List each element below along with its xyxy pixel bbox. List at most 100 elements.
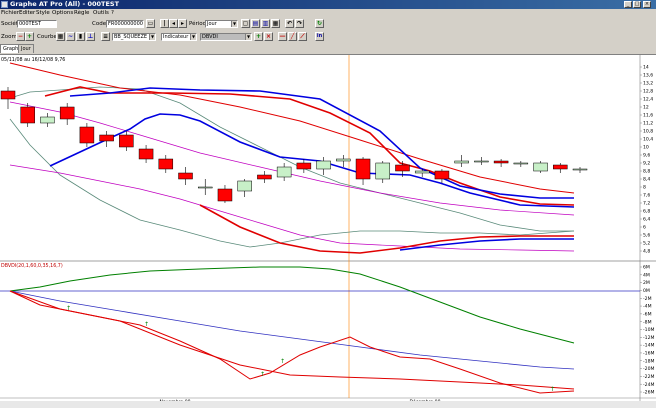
trendline-tool-icon[interactable]: ╱ xyxy=(288,32,297,41)
layout-grid-icon[interactable]: ▦ xyxy=(271,19,280,28)
code-input[interactable]: FR0000000001 xyxy=(106,20,144,28)
candle xyxy=(474,157,489,165)
candle xyxy=(138,145,154,163)
indicator-slot-select[interactable]: Indicateur 1 ▼ xyxy=(161,33,197,41)
layout-split-icon[interactable]: ▤ xyxy=(251,19,260,28)
code-label: Code xyxy=(92,21,107,27)
zoom-label: Zoom xyxy=(1,34,17,40)
remove-indicator-icon[interactable]: × xyxy=(264,32,273,41)
zoom-out-icon[interactable]: − xyxy=(16,32,25,41)
price-tick-label: 12,4 xyxy=(643,97,653,103)
red-indicator-line xyxy=(9,290,575,394)
ray-tool-icon[interactable]: ⟋ xyxy=(298,32,307,41)
candle-body xyxy=(296,162,312,170)
candle xyxy=(178,167,193,185)
blue-lower-ma-line xyxy=(399,238,574,251)
hline-tool-icon[interactable]: — xyxy=(278,32,287,41)
zoom-in-icon[interactable]: + xyxy=(25,32,34,41)
menu-item-options[interactable]: Options xyxy=(52,10,73,17)
info-icon[interactable]: in xyxy=(315,32,324,41)
price-tick-label: 6 xyxy=(643,225,646,231)
first-icon[interactable]: | xyxy=(160,19,169,28)
candle xyxy=(375,161,391,183)
indicator-tick-label: -12M xyxy=(643,335,655,341)
candle-body xyxy=(59,106,75,120)
indicator-tick-label: -16M xyxy=(643,351,655,357)
candle xyxy=(454,155,469,167)
magenta-ma-lower-line xyxy=(9,164,575,252)
indicator-tick-label: 2M xyxy=(643,280,650,286)
price-tick-label: 10,8 xyxy=(643,129,653,135)
periode-select[interactable]: Jour ▼ xyxy=(205,20,238,28)
candle-body xyxy=(454,160,469,164)
candle-body xyxy=(197,186,213,189)
candle-body xyxy=(276,166,292,178)
minimize-icon[interactable]: _ xyxy=(624,1,632,8)
candle-body xyxy=(572,168,588,171)
candle-body xyxy=(79,126,95,144)
menu-item-editer[interactable]: Editer xyxy=(19,10,35,17)
indicator-tick-label: -4M xyxy=(643,304,652,310)
redo-icon[interactable]: ↷ xyxy=(295,19,304,28)
candle-body xyxy=(395,164,410,172)
toolbar-top: Société 000TEST Code FR0000000001 ▭ | ◂ … xyxy=(0,18,656,30)
menu-item-fichier[interactable]: Fichier xyxy=(1,10,19,17)
candle xyxy=(59,103,75,125)
courbe-label: Courbe xyxy=(37,34,57,40)
price-tick-label: 6,8 xyxy=(643,209,650,215)
candle xyxy=(276,163,292,181)
price-tick-label: 14 xyxy=(643,65,649,71)
societe-input[interactable]: 000TEST xyxy=(17,20,57,28)
window-titlebar: Graphe AT Pro (All) - 000TEST _ □ × xyxy=(0,0,656,9)
next-icon[interactable]: ▸ xyxy=(178,19,187,28)
price-and-indicator-chart[interactable]: 14 13,6 13,2 12,8 12,4 12 11,6 11,2 10,8 10,4 10 9,… xyxy=(0,55,656,405)
indicator-tick-label: -8M xyxy=(643,319,652,325)
price-tick-label: 10,4 xyxy=(643,137,653,143)
undo-icon[interactable]: ↶ xyxy=(285,19,294,28)
menu-item-style[interactable]: Style xyxy=(36,10,50,17)
candle xyxy=(40,113,55,127)
folder-icon[interactable]: ▭ xyxy=(146,19,155,28)
second-indicator-select[interactable]: DBVDI ▼ xyxy=(200,33,252,41)
candle-body xyxy=(217,188,233,202)
bar-chart-icon[interactable]: ▦ xyxy=(56,32,65,41)
tab-jour[interactable]: Jour xyxy=(18,44,34,53)
candle xyxy=(533,161,548,173)
menu-item-outils[interactable]: Outils xyxy=(93,10,109,17)
indicator-list-icon[interactable]: ≡ xyxy=(101,32,110,41)
candle xyxy=(553,163,568,173)
candle xyxy=(316,157,331,175)
close-icon[interactable]: × xyxy=(643,1,651,8)
candle xyxy=(99,131,114,147)
price-tick-label: 13,6 xyxy=(643,73,653,79)
up-arrow-icon: ↑ xyxy=(66,305,71,312)
add-indicator-icon[interactable]: + xyxy=(254,32,263,41)
candle-body xyxy=(119,134,134,148)
up-arrow-icon: ↑ xyxy=(550,386,555,393)
chart-panel[interactable]: 05/11/08 au 16/12/08 9,76 DBVDI(20,1,60,… xyxy=(0,54,656,405)
indicator-select[interactable]: BB_SQUEEZE ▼ xyxy=(112,33,156,41)
price-tick-label: 12 xyxy=(643,105,649,111)
up-arrow-icon: ↑ xyxy=(260,371,265,378)
price-tick-label: 6,4 xyxy=(643,217,650,223)
candle-body xyxy=(158,158,174,170)
menu-item-help[interactable]: ? xyxy=(111,10,114,17)
refresh-icon[interactable]: ↻ xyxy=(315,19,324,28)
candle-chart-icon[interactable]: ▮ xyxy=(76,32,85,41)
window-layout-icon[interactable]: ▢ xyxy=(241,19,250,28)
candle xyxy=(257,171,272,183)
prev-icon[interactable]: ◂ xyxy=(169,19,178,28)
chevron-down-icon: ▼ xyxy=(149,34,155,40)
price-tick-label: 7,6 xyxy=(643,193,650,199)
line-chart-icon[interactable]: ~ xyxy=(66,32,75,41)
candle xyxy=(119,131,134,151)
ohlc-chart-icon[interactable]: ⊥ xyxy=(86,32,95,41)
indicator-slot-value: Indicateur 1 xyxy=(163,34,194,40)
candle-body xyxy=(533,162,548,172)
indicator-tick-label: -2M xyxy=(643,296,652,302)
bollinger-lower-line xyxy=(9,118,575,248)
layout-cols-icon[interactable]: ▥ xyxy=(261,19,270,28)
maximize-icon[interactable]: □ xyxy=(633,1,641,8)
menu-item-regle[interactable]: Règle xyxy=(74,10,89,17)
candle-body xyxy=(434,170,450,180)
